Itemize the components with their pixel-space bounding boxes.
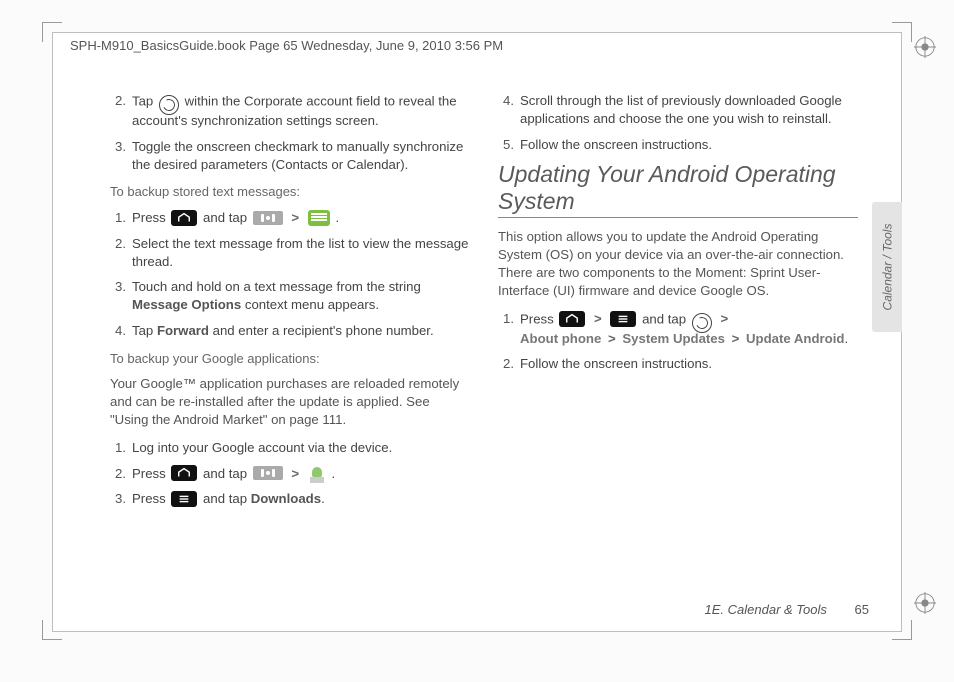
paragraph: Your Google™ application purchases are r… [110, 375, 470, 428]
step-text: Log into your Google account via the dev… [132, 439, 470, 457]
step-text: Touch and hold on a text message from th… [132, 278, 470, 314]
step-text: Press and tap > . [132, 465, 470, 483]
gt-separator: > [608, 331, 616, 346]
step-text: Tap within the Corporate account field t… [132, 92, 470, 130]
step-item: 5. Follow the onscreen instructions. [498, 136, 858, 154]
step-item: 2. Press and tap > . [110, 465, 470, 483]
step-text: Press and tap Downloads. [132, 490, 470, 508]
page-footer: 1E. Calendar & Tools 65 [705, 602, 869, 617]
step-text: Scroll through the list of previously do… [520, 92, 858, 128]
step-number: 5. [498, 136, 520, 154]
gt-separator: > [291, 466, 299, 481]
settings-strip-icon [253, 211, 283, 225]
step-number: 2. [110, 235, 132, 271]
page-header: SPH-M910_BasicsGuide.book Page 65 Wednes… [70, 38, 503, 53]
section-heading: Updating Your Android Operating System [498, 161, 858, 218]
step-item: 4. Scroll through the list of previously… [498, 92, 858, 128]
sync-icon [159, 95, 179, 115]
registration-mark-icon [914, 592, 936, 614]
side-tab-label: Calendar / Tools [880, 224, 894, 311]
side-tab: Calendar / Tools [872, 202, 902, 332]
column-left: 2. Tap within the Corporate account fiel… [110, 92, 470, 516]
step-number: 3. [110, 490, 132, 508]
step-item: 2. Follow the onscreen instructions. [498, 355, 858, 373]
step-text: Tap Forward and enter a recipient's phon… [132, 322, 470, 340]
step-item: 2. Tap within the Corporate account fiel… [110, 92, 470, 130]
gt-separator: > [594, 311, 602, 326]
step-number: 2. [110, 465, 132, 483]
home-key-icon [171, 465, 197, 481]
step-text: Select the text message from the list to… [132, 235, 470, 271]
column-right: 4. Scroll through the list of previously… [498, 92, 858, 516]
gt-separator: > [291, 210, 299, 225]
step-number: 4. [110, 322, 132, 340]
step-text: Toggle the onscreen checkmark to manuall… [132, 138, 470, 174]
step-number: 3. [110, 138, 132, 174]
settings-strip-icon [253, 466, 283, 480]
menu-key-icon [171, 491, 197, 507]
home-key-icon [171, 210, 197, 226]
step-list: 1. Press and tap > . 2. Select the text … [110, 209, 470, 340]
messaging-icon [308, 210, 330, 226]
step-number: 2. [498, 355, 520, 373]
step-number: 1. [498, 310, 520, 348]
subheading: To backup your Google applications: [110, 350, 470, 368]
settings-icon [692, 313, 712, 333]
step-item: 1. Log into your Google account via the … [110, 439, 470, 457]
step-text: Press > and tap > About phone > System U… [520, 310, 858, 348]
market-icon [308, 467, 326, 483]
step-number: 2. [110, 92, 132, 130]
step-number: 4. [498, 92, 520, 128]
step-number: 3. [110, 278, 132, 314]
gt-separator: > [732, 331, 740, 346]
home-key-icon [559, 311, 585, 327]
step-text: Follow the onscreen instructions. [520, 136, 858, 154]
subheading: To backup stored text messages: [110, 183, 470, 201]
step-item: 1. Press > and tap > About phone > Syste… [498, 310, 858, 348]
footer-section: 1E. Calendar & Tools [705, 602, 827, 617]
step-item: 3. Touch and hold on a text message from… [110, 278, 470, 314]
step-list: 1. Log into your Google account via the … [110, 439, 470, 508]
step-list: 1. Press > and tap > About phone > Syste… [498, 310, 858, 374]
paragraph: This option allows you to update the And… [498, 228, 858, 299]
step-item: 2. Select the text message from the list… [110, 235, 470, 271]
step-item: 3. Toggle the onscreen checkmark to manu… [110, 138, 470, 174]
step-text: Follow the onscreen instructions. [520, 355, 858, 373]
step-item: 1. Press and tap > . [110, 209, 470, 227]
registration-mark-icon [914, 36, 936, 58]
step-item: 4. Tap Forward and enter a recipient's p… [110, 322, 470, 340]
step-item: 3. Press and tap Downloads. [110, 490, 470, 508]
step-list: 2. Tap within the Corporate account fiel… [110, 92, 470, 173]
page-content: 2. Tap within the Corporate account fiel… [110, 92, 860, 516]
gt-separator: > [720, 311, 728, 326]
page-number: 65 [855, 602, 869, 617]
menu-key-icon [610, 311, 636, 327]
step-number: 1. [110, 439, 132, 457]
step-text: Press and tap > . [132, 209, 470, 227]
step-list: 4. Scroll through the list of previously… [498, 92, 858, 153]
step-number: 1. [110, 209, 132, 227]
